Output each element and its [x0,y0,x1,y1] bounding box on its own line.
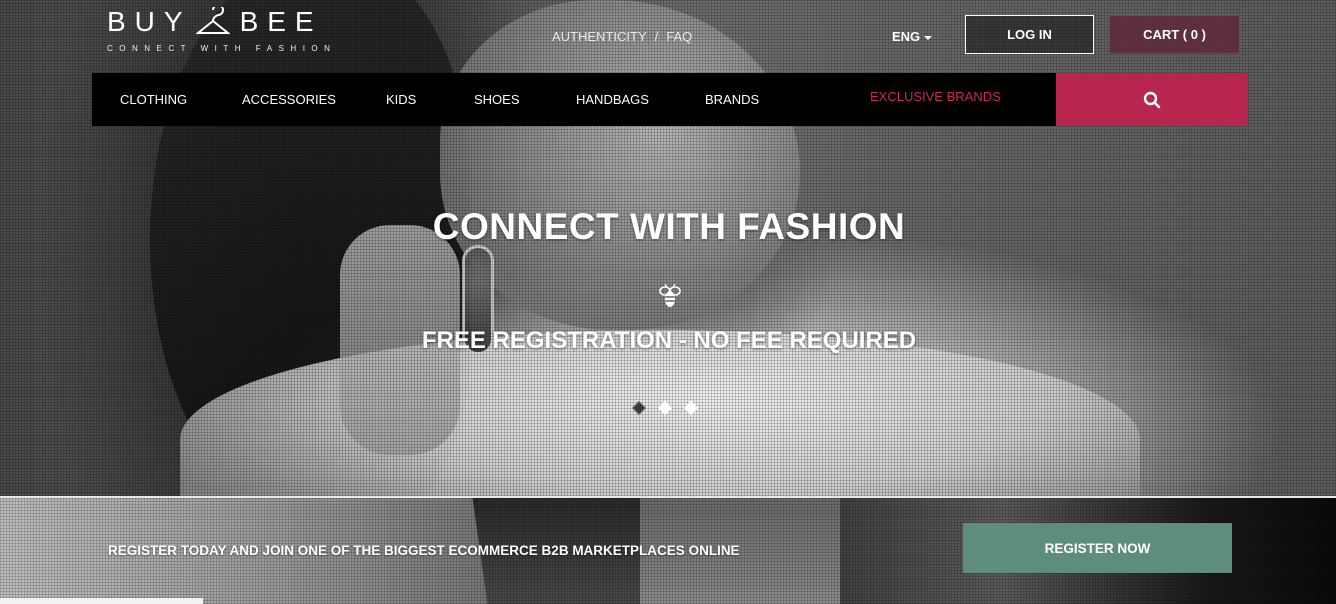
slider-dot-1[interactable] [631,400,647,416]
nav-item-exclusive-brands[interactable]: EXCLUSIVE BRANDS [870,70,1001,123]
search-icon [1143,91,1161,108]
top-links: AUTHENTICITY / FAQ [552,29,692,44]
login-button[interactable]: LOG IN [965,15,1094,54]
slider-dots [631,400,699,416]
slider-dot-3[interactable] [683,400,699,416]
hero-image-face [440,0,800,330]
nav-item-accessories[interactable]: ACCESSORIES [242,73,336,126]
caret-down-icon [924,36,933,40]
nav-item-shoes[interactable]: SHOES [474,73,520,126]
faq-link[interactable]: FAQ [666,29,692,44]
language-selector[interactable]: ENG [892,29,933,44]
register-now-button[interactable]: REGISTER NOW [963,523,1232,573]
language-label: ENG [892,29,921,44]
search-button[interactable] [1056,73,1248,126]
nav-item-handbags[interactable]: HANDBAGS [576,73,649,126]
cart-button[interactable]: CART ( 0 ) [1109,15,1240,54]
hero-title: CONNECT WITH FASHION [432,206,906,247]
nav-item-clothing[interactable]: CLOTHING [120,73,187,126]
slider-dot-2[interactable] [657,400,673,416]
register-banner-text: REGISTER TODAY AND JOIN ONE OF THE BIGGE… [108,543,740,558]
main-nav: CLOTHING ACCESSORIES KIDS SHOES HANDBAGS… [92,73,1056,126]
top-links-separator: / [654,29,659,44]
logo-text-left: BUY [107,6,192,37]
nav-item-brands[interactable]: BRANDS [705,73,759,126]
logo-text-right: BEE [239,6,323,37]
logo-tagline: CONNECT WITH FASHION [107,44,337,53]
nav-item-kids[interactable]: KIDS [386,73,416,126]
bottom-strip [0,598,203,604]
hero-subtitle: FREE REGISTRATION - NO FEE REQUIRED [421,327,917,354]
hanger-icon [195,7,230,34]
logo[interactable]: BUY BEE CONNECT WITH FASHION [107,6,337,60]
bee-icon [659,283,681,307]
authenticity-link[interactable]: AUTHENTICITY [552,29,647,44]
